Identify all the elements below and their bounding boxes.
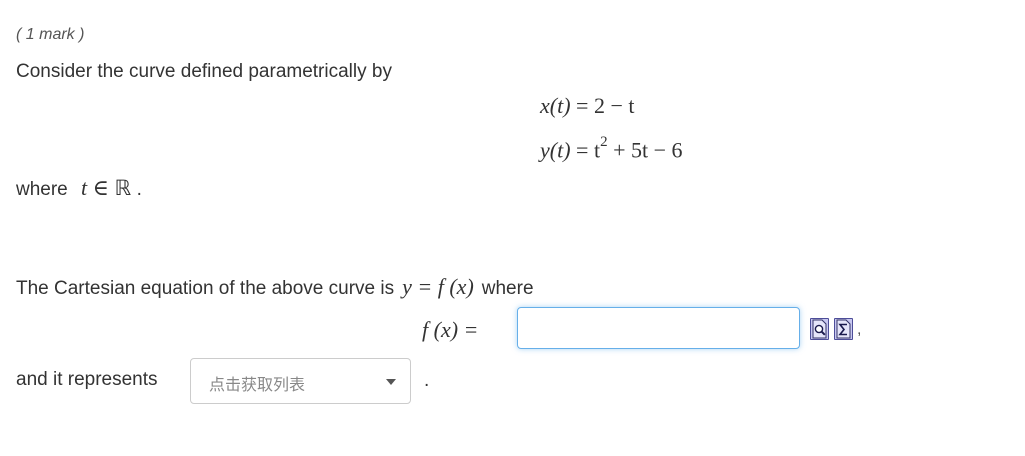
final-period: . bbox=[424, 370, 430, 391]
equation-y: y(t) = t2 + 5t − 6 bbox=[540, 134, 683, 163]
sigma-syntax-icon bbox=[836, 319, 851, 339]
cartesian-suffix: where bbox=[481, 278, 534, 299]
equation-x-lhs: x(t) bbox=[540, 93, 571, 118]
represents-dropdown[interactable]: 点击获取列表 bbox=[190, 358, 411, 404]
domain-statement: where t ∈ ℝ . bbox=[16, 175, 142, 201]
trailing-comma: , bbox=[857, 321, 862, 338]
question-intro: Consider the curve defined parametricall… bbox=[16, 61, 392, 82]
represents-label: and it represents bbox=[16, 369, 158, 390]
cartesian-math: y = f (x) bbox=[402, 274, 474, 299]
equation-y-lhs: y(t) bbox=[540, 137, 571, 163]
real-numbers-symbol: ℝ bbox=[114, 176, 132, 200]
equation-x-rhs: = 2 − t bbox=[576, 93, 635, 118]
equation-y-exponent: 2 bbox=[600, 134, 608, 150]
equation-y-rhs-rest: + 5t − 6 bbox=[607, 137, 683, 163]
domain-math: t ∈ ℝ bbox=[81, 175, 137, 200]
where-label: where bbox=[16, 179, 68, 200]
mark-label: ( 1 mark ) bbox=[16, 26, 85, 43]
domain-variable: t bbox=[81, 175, 88, 200]
domain-period: . bbox=[136, 179, 142, 200]
preview-button[interactable] bbox=[810, 318, 829, 340]
equation-y-rhs-base: = t bbox=[576, 137, 601, 163]
cartesian-text: The Cartesian equation of the above curv… bbox=[16, 278, 395, 299]
preview-magnifier-icon bbox=[812, 319, 827, 339]
element-of-symbol: ∈ bbox=[92, 175, 109, 200]
cartesian-statement: The Cartesian equation of the above curv… bbox=[16, 274, 534, 300]
f-label: f (x) = bbox=[422, 317, 479, 342]
equation-x: x(t) = 2 − t bbox=[540, 93, 634, 119]
dropdown-selected-value: 点击获取列表 bbox=[209, 375, 306, 394]
chevron-down-icon bbox=[386, 379, 396, 385]
syntax-help-button[interactable] bbox=[834, 318, 853, 340]
answer-input[interactable] bbox=[517, 307, 800, 349]
